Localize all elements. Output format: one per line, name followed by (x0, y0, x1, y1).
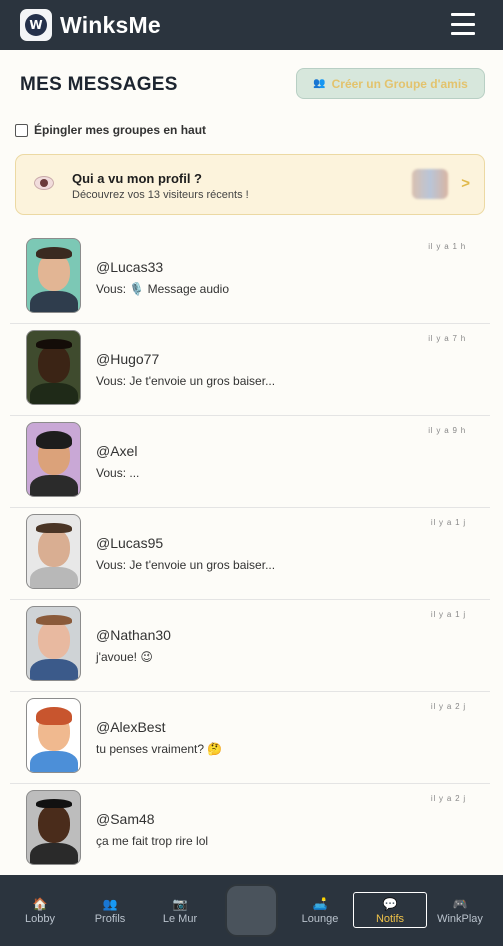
avatar[interactable] (26, 330, 81, 405)
message-time: il y a 1 j (430, 610, 466, 619)
create-group-label: Créer un Groupe d'amis (331, 76, 468, 91)
hamburger-icon[interactable] (451, 13, 475, 35)
nav-profils-label: Profils (94, 913, 126, 925)
message-list: @Lucas33 Vous: 🎙️ Message audio il y a 1… (10, 232, 490, 875)
visitor-thumbnails (412, 169, 448, 199)
camera-icon: 📷 (172, 897, 188, 911)
message-row[interactable]: @Nathan30 j'avoue! 😉 il y a 1 j (10, 600, 490, 692)
message-row[interactable]: @Lucas95 Vous: Je t'envoie un gros baise… (10, 508, 490, 600)
message-sender: @Hugo77 (96, 351, 160, 367)
message-sender: @AlexBest (96, 719, 166, 735)
message-preview: j'avoue! 😉 (96, 650, 153, 664)
message-sender: @Lucas33 (96, 259, 164, 275)
message-time: il y a 1 j (430, 518, 466, 527)
nav-lobby[interactable]: 🏠 Lobby (9, 897, 71, 925)
nav-lounge-label: Lounge (301, 913, 339, 925)
logo-mark: W (25, 14, 47, 36)
speech-bubble-icon: 💬 (382, 897, 398, 911)
profile-visitors-banner[interactable]: Qui a vu mon profil ? Découvrez vos 13 v… (15, 154, 485, 215)
pin-groups-checkbox[interactable] (15, 123, 28, 137)
message-sender: @Lucas95 (96, 535, 164, 551)
nav-notifs-label: Notifs (375, 913, 405, 925)
message-row[interactable]: @Axel Vous: ... il y a 9 h (10, 416, 490, 508)
message-sender: @Sam48 (96, 811, 155, 827)
avatar[interactable] (26, 790, 81, 865)
message-time: il y a 2 j (430, 702, 466, 711)
eye-icon (34, 176, 54, 190)
nav-profils[interactable]: 👥 Profils (79, 897, 141, 925)
home-icon: 🏠 (32, 897, 48, 911)
gamepad-icon: 🎮 (452, 897, 468, 911)
page-title: MES MESSAGES (20, 74, 178, 95)
message-sender: @Nathan30 (96, 627, 171, 643)
message-preview: Vous: Je t'envoie un gros baiser... (96, 374, 276, 388)
message-time: il y a 2 j (430, 794, 466, 803)
avatar[interactable] (26, 698, 81, 773)
visitors-subtitle: Découvrez vos 13 visiteurs récents ! (72, 189, 249, 201)
message-row[interactable]: @Lucas33 Vous: 🎙️ Message audio il y a 1… (10, 232, 490, 324)
nav-lobby-label: Lobby (25, 913, 55, 925)
lounge-icon: 🛋️ (312, 897, 328, 911)
avatar[interactable] (26, 422, 81, 497)
message-row[interactable]: @Sam48 ça me fait trop rire lol il y a 2… (10, 784, 490, 875)
nav-center-button[interactable] (225, 884, 278, 937)
avatar[interactable] (26, 238, 81, 313)
chevron-right-icon[interactable]: > (461, 175, 470, 192)
main-content: MES MESSAGES 👥 Créer un Groupe d'amis Ép… (0, 50, 503, 875)
brand-name[interactable]: WinksMe (60, 12, 161, 39)
visitors-title: Qui a vu mon profil ? (72, 171, 202, 186)
bottom-navigation: 🏠 Lobby 👥 Profils 📷 Le Mur 🛋️ Lounge 💬 N… (0, 875, 503, 946)
avatar[interactable] (26, 514, 81, 589)
message-preview: tu penses vraiment? 🤔 (96, 742, 223, 756)
message-preview: Vous: ... (96, 466, 140, 480)
nav-le-mur[interactable]: 📷 Le Mur (149, 897, 211, 925)
nav-le-mur-label: Le Mur (162, 913, 198, 925)
message-preview: ça me fait trop rire lol (96, 834, 209, 848)
message-row[interactable]: @AlexBest tu penses vraiment? 🤔 il y a 2… (10, 692, 490, 784)
top-header: W WinksMe (0, 0, 503, 50)
avatar[interactable] (26, 606, 81, 681)
create-group-button[interactable]: 👥 Créer un Groupe d'amis (296, 68, 485, 99)
nav-notifs[interactable]: 💬 Notifs (359, 897, 421, 925)
pin-groups-option[interactable]: Épingler mes groupes en haut (15, 123, 206, 137)
message-time: il y a 1 h (428, 242, 466, 251)
message-time: il y a 9 h (428, 426, 466, 435)
nav-winkplay-label: WinkPlay (437, 913, 483, 925)
message-time: il y a 7 h (428, 334, 466, 343)
app-logo[interactable]: W (20, 9, 52, 41)
people-icon: 👥 (313, 78, 326, 89)
message-sender: @Axel (96, 443, 138, 459)
message-preview: Vous: Je t'envoie un gros baiser... (96, 558, 276, 572)
nav-lounge[interactable]: 🛋️ Lounge (289, 897, 351, 925)
nav-winkplay[interactable]: 🎮 WinkPlay (429, 897, 491, 925)
message-row[interactable]: @Hugo77 Vous: Je t'envoie un gros baiser… (10, 324, 490, 416)
message-preview: Vous: 🎙️ Message audio (96, 282, 230, 296)
pin-groups-label: Épingler mes groupes en haut (34, 123, 207, 137)
people-icon: 👥 (102, 897, 118, 911)
